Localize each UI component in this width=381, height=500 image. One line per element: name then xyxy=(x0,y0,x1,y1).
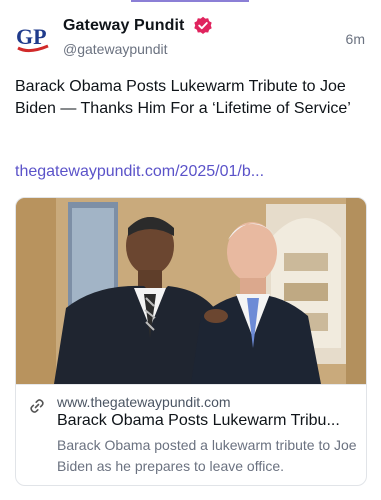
svg-text:GP: GP xyxy=(16,24,47,49)
author-name[interactable]: Gateway Pundit xyxy=(63,17,184,35)
author-handle[interactable]: @gatewaypundit xyxy=(63,41,168,57)
link-preview-card[interactable]: www.thegatewaypundit.com Barack Obama Po… xyxy=(15,197,367,486)
post-text: Barack Obama Posts Lukewarm Tribute to J… xyxy=(15,78,351,117)
avatar[interactable]: GP xyxy=(15,20,51,56)
card-domain: www.thegatewaypundit.com xyxy=(57,394,231,410)
link-preview-meta[interactable]: www.thegatewaypundit.com Barack Obama Po… xyxy=(16,384,366,485)
card-title[interactable]: Barack Obama Posts Lukewarm Tribu... xyxy=(57,412,357,430)
verified-badge-icon xyxy=(194,16,212,34)
post-link[interactable]: thegatewaypundit.com/2025/01/b... xyxy=(15,163,264,181)
post[interactable]: GP Gateway Pundit @gatewaypundit 6m Bara… xyxy=(0,0,381,500)
article-photo-image[interactable] xyxy=(16,198,366,384)
link-icon xyxy=(30,399,44,413)
post-timestamp[interactable]: 6m xyxy=(346,31,365,47)
card-description: Barack Obama posted a lukewarm tribute t… xyxy=(57,437,357,474)
